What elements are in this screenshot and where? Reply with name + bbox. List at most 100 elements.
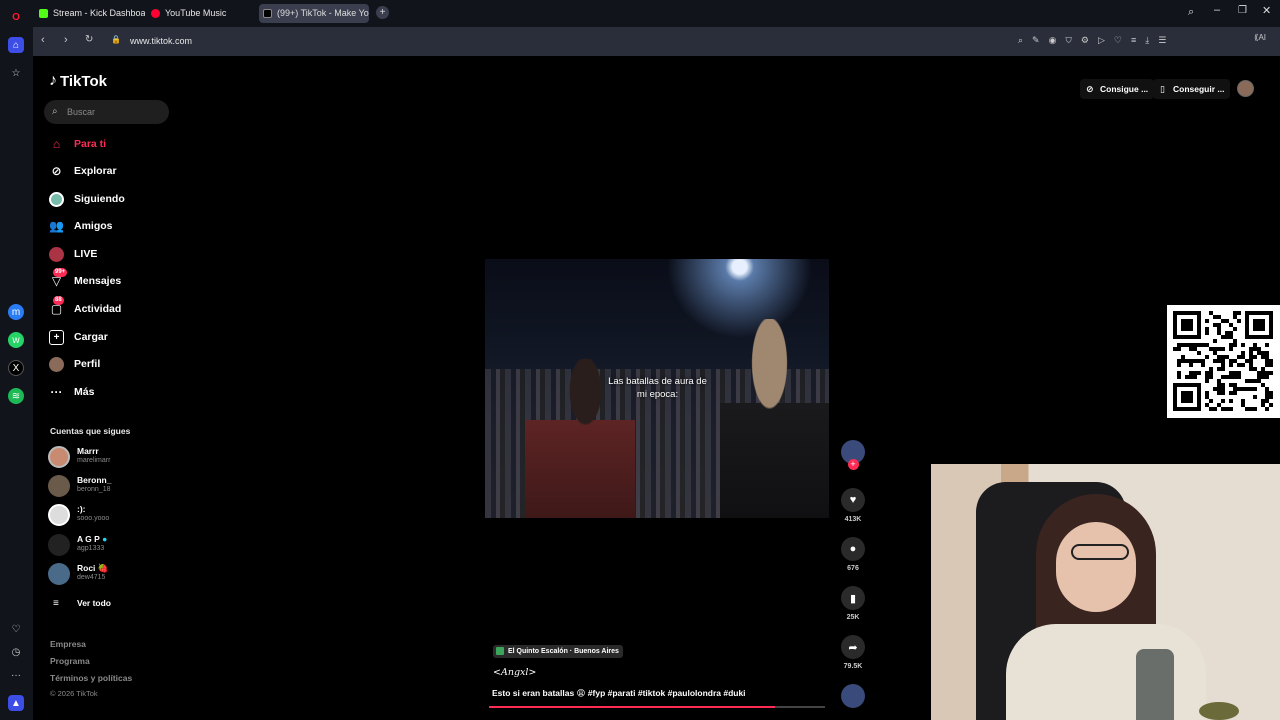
thermos (1136, 649, 1174, 720)
progress-fill (489, 706, 775, 708)
message-badge: 99+ (53, 267, 68, 277)
home-icon: ⌂ (52, 137, 61, 151)
x-icon[interactable]: X (8, 360, 24, 376)
kick-icon (39, 9, 48, 18)
youtube-music-icon (151, 9, 160, 18)
search-input[interactable]: ⌕ Buscar (44, 100, 169, 124)
account-handle: sooo.yooo (77, 515, 110, 522)
location-label: El Quinto Escalón · Buenos Aires (507, 648, 619, 655)
nav-perfil[interactable]: Perfil (49, 354, 100, 374)
home-icon[interactable]: ⌂ (8, 37, 24, 53)
get-app-button[interactable]: ▯ Conseguir ... (1153, 79, 1231, 99)
avatar (48, 475, 70, 497)
close-button[interactable]: ✕ (1262, 4, 1271, 17)
like-count: 413K (844, 516, 862, 523)
location-tag[interactable]: El Quinto Escalón · Buenos Aires (493, 645, 623, 658)
account-handle: dew4715 (77, 574, 106, 581)
maximize-button[interactable]: ❐ (1238, 5, 1247, 16)
like-button[interactable]: ♥ 413K (841, 488, 865, 523)
tab-tiktok[interactable]: (99+) TikTok - Make Yo (259, 4, 369, 23)
video-caption: Las batallas de aura de mi epoca: (608, 376, 707, 400)
following-avatar (49, 191, 64, 207)
author-name[interactable]: <Angxl> (493, 667, 536, 678)
history-icon[interactable]: ◷ (8, 644, 24, 660)
more-icon[interactable]: ··· (8, 667, 24, 683)
comment-button[interactable]: ● 676 (841, 537, 865, 572)
footer-empresa[interactable]: Empresa (50, 639, 86, 649)
opera-logo-icon[interactable]: O (8, 9, 24, 25)
nav-mensajes[interactable]: ▽ 99+ Mensajes (49, 267, 122, 291)
profile-avatar (49, 356, 64, 372)
account-name: Beronn_ (77, 475, 112, 485)
nav-para-ti[interactable]: ⌂ Para ti (49, 134, 106, 154)
avatar (48, 504, 70, 526)
heart-icon: ♥ (841, 488, 865, 512)
person-shirt (1006, 624, 1206, 720)
creator-avatar[interactable]: + (841, 440, 865, 470)
messenger-icon[interactable]: m (8, 304, 24, 320)
account-name: A G P ● (77, 534, 108, 544)
video-player[interactable]: Las batallas de aura de mi epoca: (485, 259, 829, 518)
following-account[interactable]: Beronn_ beronn_18 (48, 473, 178, 499)
whatsapp-icon[interactable]: w (8, 332, 24, 348)
url-field[interactable]: www.tiktok.com (130, 36, 192, 46)
toolbar-icons[interactable]: ⌕✎◉⛉⚙▷♡≡⤓☰ (1018, 35, 1175, 46)
tiktok-logo[interactable]: ♪ TikTok (49, 72, 107, 90)
footer-terminos[interactable]: Términos y políticas (50, 673, 132, 683)
nav-cargar[interactable]: + Cargar (49, 327, 108, 347)
opera-sidebar: O ⌂ ☆ m w X ≋ ♡ ◷ ··· ▲ (0, 0, 33, 720)
video-progress-bar[interactable] (489, 706, 825, 708)
footer-programa[interactable]: Programa (50, 656, 90, 666)
activity-icon: ▢ 88 (50, 295, 64, 316)
location-icon (496, 647, 504, 656)
nav-actividad[interactable]: ▢ 88 Actividad (49, 295, 121, 319)
avatar (48, 534, 70, 556)
star-icon[interactable]: ☆ (8, 65, 24, 81)
nav-explorar[interactable]: ⊘ Explorar (49, 161, 117, 181)
nav-label: Siguiendo (74, 193, 125, 205)
account-name: Marrr (77, 446, 99, 456)
heart-icon[interactable]: ♡ (8, 621, 24, 637)
share-count: 79.5K (843, 663, 863, 670)
reload-icon[interactable]: ↻ (85, 34, 93, 45)
following-account[interactable]: :): sooo.yooo (48, 502, 178, 528)
following-account[interactable]: A G P ● agp1333 (48, 532, 178, 558)
nav-live[interactable]: LIVE (49, 244, 97, 264)
nav-label: Mensajes (74, 275, 122, 287)
follow-plus-icon[interactable]: + (847, 459, 859, 470)
search-tabs-icon[interactable]: ⌕ (1188, 6, 1194, 19)
tiktok-icon (263, 9, 272, 18)
minimize-button[interactable]: – (1214, 4, 1220, 16)
ai-button[interactable]: ⟪AI (1254, 33, 1266, 42)
glasses (1071, 544, 1129, 560)
save-button[interactable]: ▮ 25K (841, 586, 865, 621)
account-name: Roci 🍓 (77, 563, 109, 573)
nav-amigos[interactable]: 👥 Amigos (49, 216, 113, 236)
list-icon: ≡ (53, 598, 59, 609)
tab-label: Stream - Kick Dashboard (53, 8, 145, 18)
music-disc[interactable] (841, 684, 865, 708)
following-account[interactable]: Marrr marelimarr (48, 444, 178, 470)
spotify-icon[interactable]: ≋ (8, 388, 24, 404)
more-icon: ··· (50, 385, 63, 399)
tab-youtube-music[interactable]: YouTube Music (147, 4, 247, 23)
tab-bar: Stream - Kick Dashboard YouTube Music (9… (33, 0, 1280, 27)
qr-code (1167, 305, 1280, 418)
see-all-link[interactable]: ≡ Ver todo (48, 596, 178, 622)
user-avatar[interactable] (1237, 80, 1254, 97)
bookmark-icon: ▮ (841, 586, 865, 610)
save-count: 25K (846, 614, 860, 621)
vpn-icon[interactable]: ▲ (8, 695, 24, 711)
tab-kick[interactable]: Stream - Kick Dashboard (35, 4, 145, 23)
back-icon[interactable]: ‹ (41, 34, 45, 46)
nav-siguiendo[interactable]: Siguiendo (49, 189, 125, 209)
see-all-label: Ver todo (77, 598, 112, 608)
nav-label: Explorar (74, 165, 117, 177)
following-account[interactable]: Roci 🍓 dew4715 (48, 561, 178, 587)
forward-icon[interactable]: › (64, 34, 68, 46)
nav-mas[interactable]: ··· Más (49, 382, 95, 402)
tab-label: YouTube Music (165, 8, 227, 18)
share-button[interactable]: ➦ 79.5K (841, 635, 865, 670)
new-tab-button[interactable]: + (376, 6, 389, 19)
get-coins-button[interactable]: ⊘ Consigue ... (1080, 79, 1155, 99)
